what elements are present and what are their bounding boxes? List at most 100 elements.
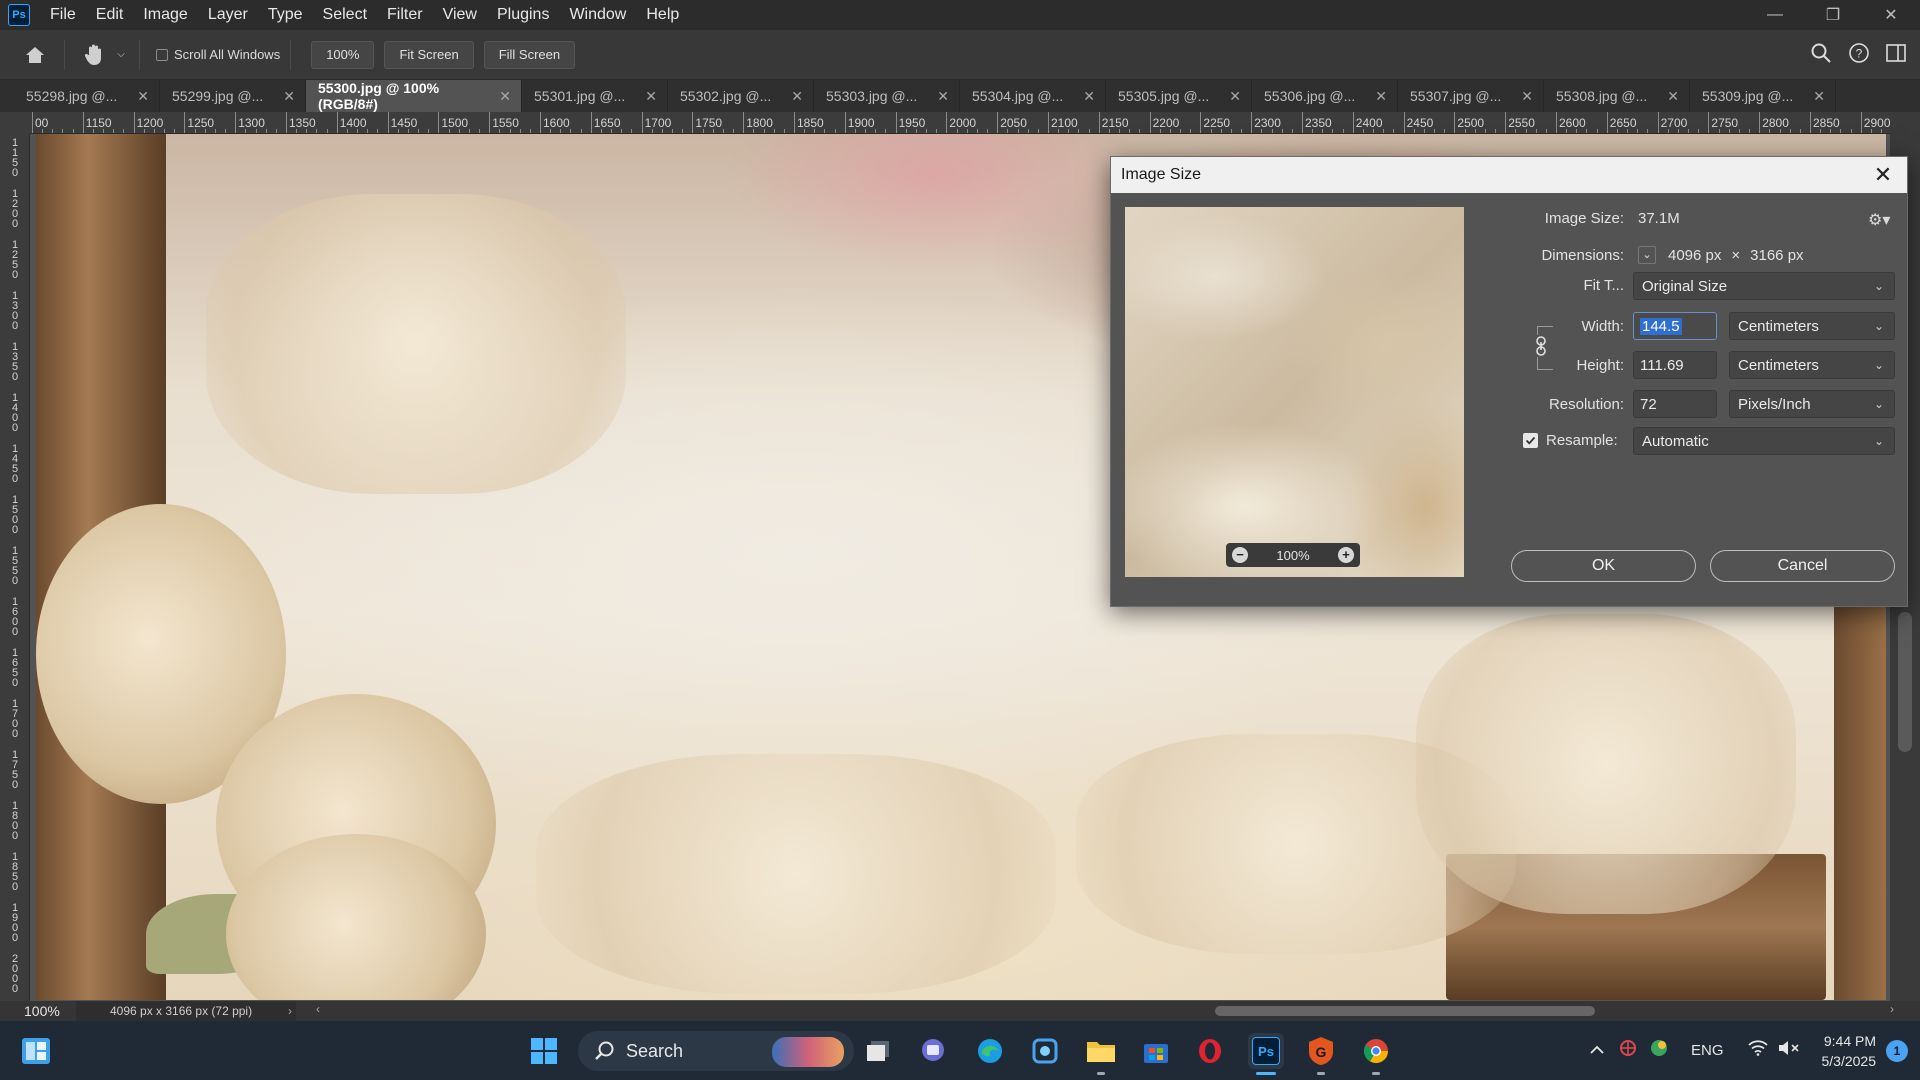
resolution-input[interactable]: 72 [1633,390,1717,418]
edge-browser-icon[interactable] [972,1033,1008,1069]
resolution-unit-select[interactable]: Pixels/Inch ⌄ [1729,390,1895,418]
ok-button[interactable]: OK [1511,550,1696,582]
scrollbar-thumb[interactable] [1898,612,1912,752]
close-icon[interactable]: ✕ [1667,88,1679,105]
teams-chat-icon[interactable] [915,1033,951,1069]
chevron-right-icon[interactable]: › [1890,1002,1894,1016]
tab-55302[interactable]: 55302.jpg @... ✕ [668,80,814,112]
tab-55301[interactable]: 55301.jpg @... ✕ [522,80,668,112]
scroll-all-windows-checkbox[interactable]: Scroll All Windows [156,47,280,62]
height-input[interactable]: 111.69 [1633,351,1717,379]
close-icon[interactable]: ✕ [1229,88,1241,105]
status-doc-info[interactable]: 4096 px x 3166 px (72 ppi) [76,1001,296,1021]
start-windows-icon[interactable] [526,1033,562,1069]
menu-file[interactable]: File [40,0,86,30]
tab-55300-active[interactable]: 55300.jpg @ 100% (RGB/8#) ✕ [306,80,522,112]
target-app-icon[interactable] [1619,1039,1637,1062]
zoom-value-field[interactable]: 100% [311,40,375,69]
help-icon[interactable]: ? [1848,42,1870,69]
workspace-icon[interactable] [1886,43,1906,67]
minimize-icon[interactable]: — [1746,0,1804,30]
tab-55309[interactable]: 55309.jpg @... ✕ [1690,80,1836,112]
close-icon[interactable]: ✕ [1813,88,1825,105]
fill-screen-button[interactable]: Fill Screen [483,40,576,69]
chevron-down-icon[interactable]: ⌵ [113,36,129,74]
close-icon[interactable]: ✕ [499,88,511,105]
constrain-proportions-link-icon[interactable] [1533,335,1549,357]
opera-browser-icon[interactable] [1192,1033,1228,1069]
ruler-horizontal[interactable]: 00 1150 1200 1250 1300 1350 1400 1450 1500 1550 16… [30,112,1920,134]
chrome-browser-icon[interactable] [1358,1033,1394,1075]
language-indicator[interactable]: ENG [1691,1042,1724,1059]
tab-55303[interactable]: 55303.jpg @... ✕ [814,80,960,112]
close-icon[interactable]: ✕ [791,88,803,105]
resample-checkbox[interactable] [1523,433,1538,448]
globe-app-icon[interactable] [1649,1038,1669,1063]
ruler-vertical[interactable]: 1150 1200 1250 1300 1350 1400 1450 1500 1550 1600… [0,134,30,1001]
close-icon[interactable]: ✕ [645,88,657,105]
tab-55306[interactable]: 55306.jpg @... ✕ [1252,80,1398,112]
menu-filter[interactable]: Filter [377,0,433,30]
resample-select[interactable]: Automatic ⌄ [1633,427,1895,455]
menu-select[interactable]: Select [313,0,377,30]
restore-icon[interactable]: ❐ [1804,0,1862,30]
fit-to-select[interactable]: Original Size ⌄ [1633,272,1895,300]
file-explorer-icon[interactable] [1083,1033,1119,1075]
taskbar-search[interactable]: Search [578,1031,854,1071]
ruler-minor-tick [1088,129,1090,133]
fit-screen-button[interactable]: Fit Screen [384,40,474,69]
tab-55308[interactable]: 55308.jpg @... ✕ [1544,80,1690,112]
task-view-icon[interactable] [860,1033,896,1069]
hand-tool-icon[interactable] [75,36,113,74]
close-icon[interactable]: ✕ [937,88,949,105]
home-icon[interactable] [16,36,54,74]
close-window-icon[interactable]: ✕ [1862,0,1920,30]
menu-plugins[interactable]: Plugins [487,0,559,30]
tab-55298[interactable]: 55298.jpg @... ✕ [14,80,160,112]
search-icon[interactable] [1810,42,1832,69]
width-input[interactable]: 144.5 [1633,312,1717,340]
clock[interactable]: 9:44 PM 5/3/2025 [1822,1031,1877,1071]
chevron-left-icon[interactable]: ‹ [316,1002,320,1016]
dimensions-dropdown-chevron-icon[interactable]: ⌄ [1638,246,1656,264]
volume-muted-icon[interactable] [1778,1040,1800,1061]
photos-app-icon[interactable] [1027,1033,1063,1069]
menu-layer[interactable]: Layer [198,0,258,30]
dialog-title-bar[interactable]: Image Size ✕ [1111,157,1907,193]
menu-image[interactable]: Image [133,0,197,30]
menu-window[interactable]: Window [559,0,636,30]
chevron-up-icon[interactable] [1589,1042,1605,1060]
scrollbar-thumb[interactable] [1215,1006,1595,1016]
close-icon[interactable]: ✕ [1375,88,1387,105]
menu-help[interactable]: Help [636,0,689,30]
width-unit-select[interactable]: Centimeters ⌄ [1729,312,1895,340]
menu-type[interactable]: Type [258,0,313,30]
close-icon[interactable]: ✕ [1869,161,1897,189]
tab-55299[interactable]: 55299.jpg @... ✕ [160,80,306,112]
notification-badge[interactable]: 1 [1886,1039,1908,1062]
height-unit-select[interactable]: Centimeters ⌄ [1729,351,1895,379]
close-icon[interactable]: ✕ [1521,88,1533,105]
image-preview[interactable]: − 100% + [1125,207,1464,577]
menu-edit[interactable]: Edit [86,0,134,30]
menu-view[interactable]: View [433,0,487,30]
horizontal-scrollbar[interactable]: ‹ › [310,1001,1900,1021]
close-icon[interactable]: ✕ [283,88,295,105]
chevron-right-icon[interactable]: › [288,1004,292,1018]
tab-55305[interactable]: 55305.jpg @... ✕ [1106,80,1252,112]
g-app-icon[interactable]: G [1303,1033,1339,1075]
wifi-icon[interactable] [1747,1040,1768,1061]
zoom-out-icon[interactable]: − [1232,547,1248,563]
checkbox-box[interactable] [156,48,168,61]
microsoft-store-icon[interactable] [1138,1033,1174,1069]
tab-55307[interactable]: 55307.jpg @... ✕ [1398,80,1544,112]
zoom-in-icon[interactable]: + [1338,547,1354,563]
close-icon[interactable]: ✕ [1083,88,1095,105]
cancel-button[interactable]: Cancel [1710,550,1895,582]
photoshop-taskbar-icon[interactable]: Ps [1248,1033,1284,1075]
settings-gear-icon[interactable]: ⚙▾ [1868,210,1892,230]
widgets-icon[interactable] [18,1033,54,1069]
close-icon[interactable]: ✕ [137,88,149,105]
tab-55304[interactable]: 55304.jpg @... ✕ [960,80,1106,112]
status-zoom[interactable]: 100% [0,1003,76,1019]
